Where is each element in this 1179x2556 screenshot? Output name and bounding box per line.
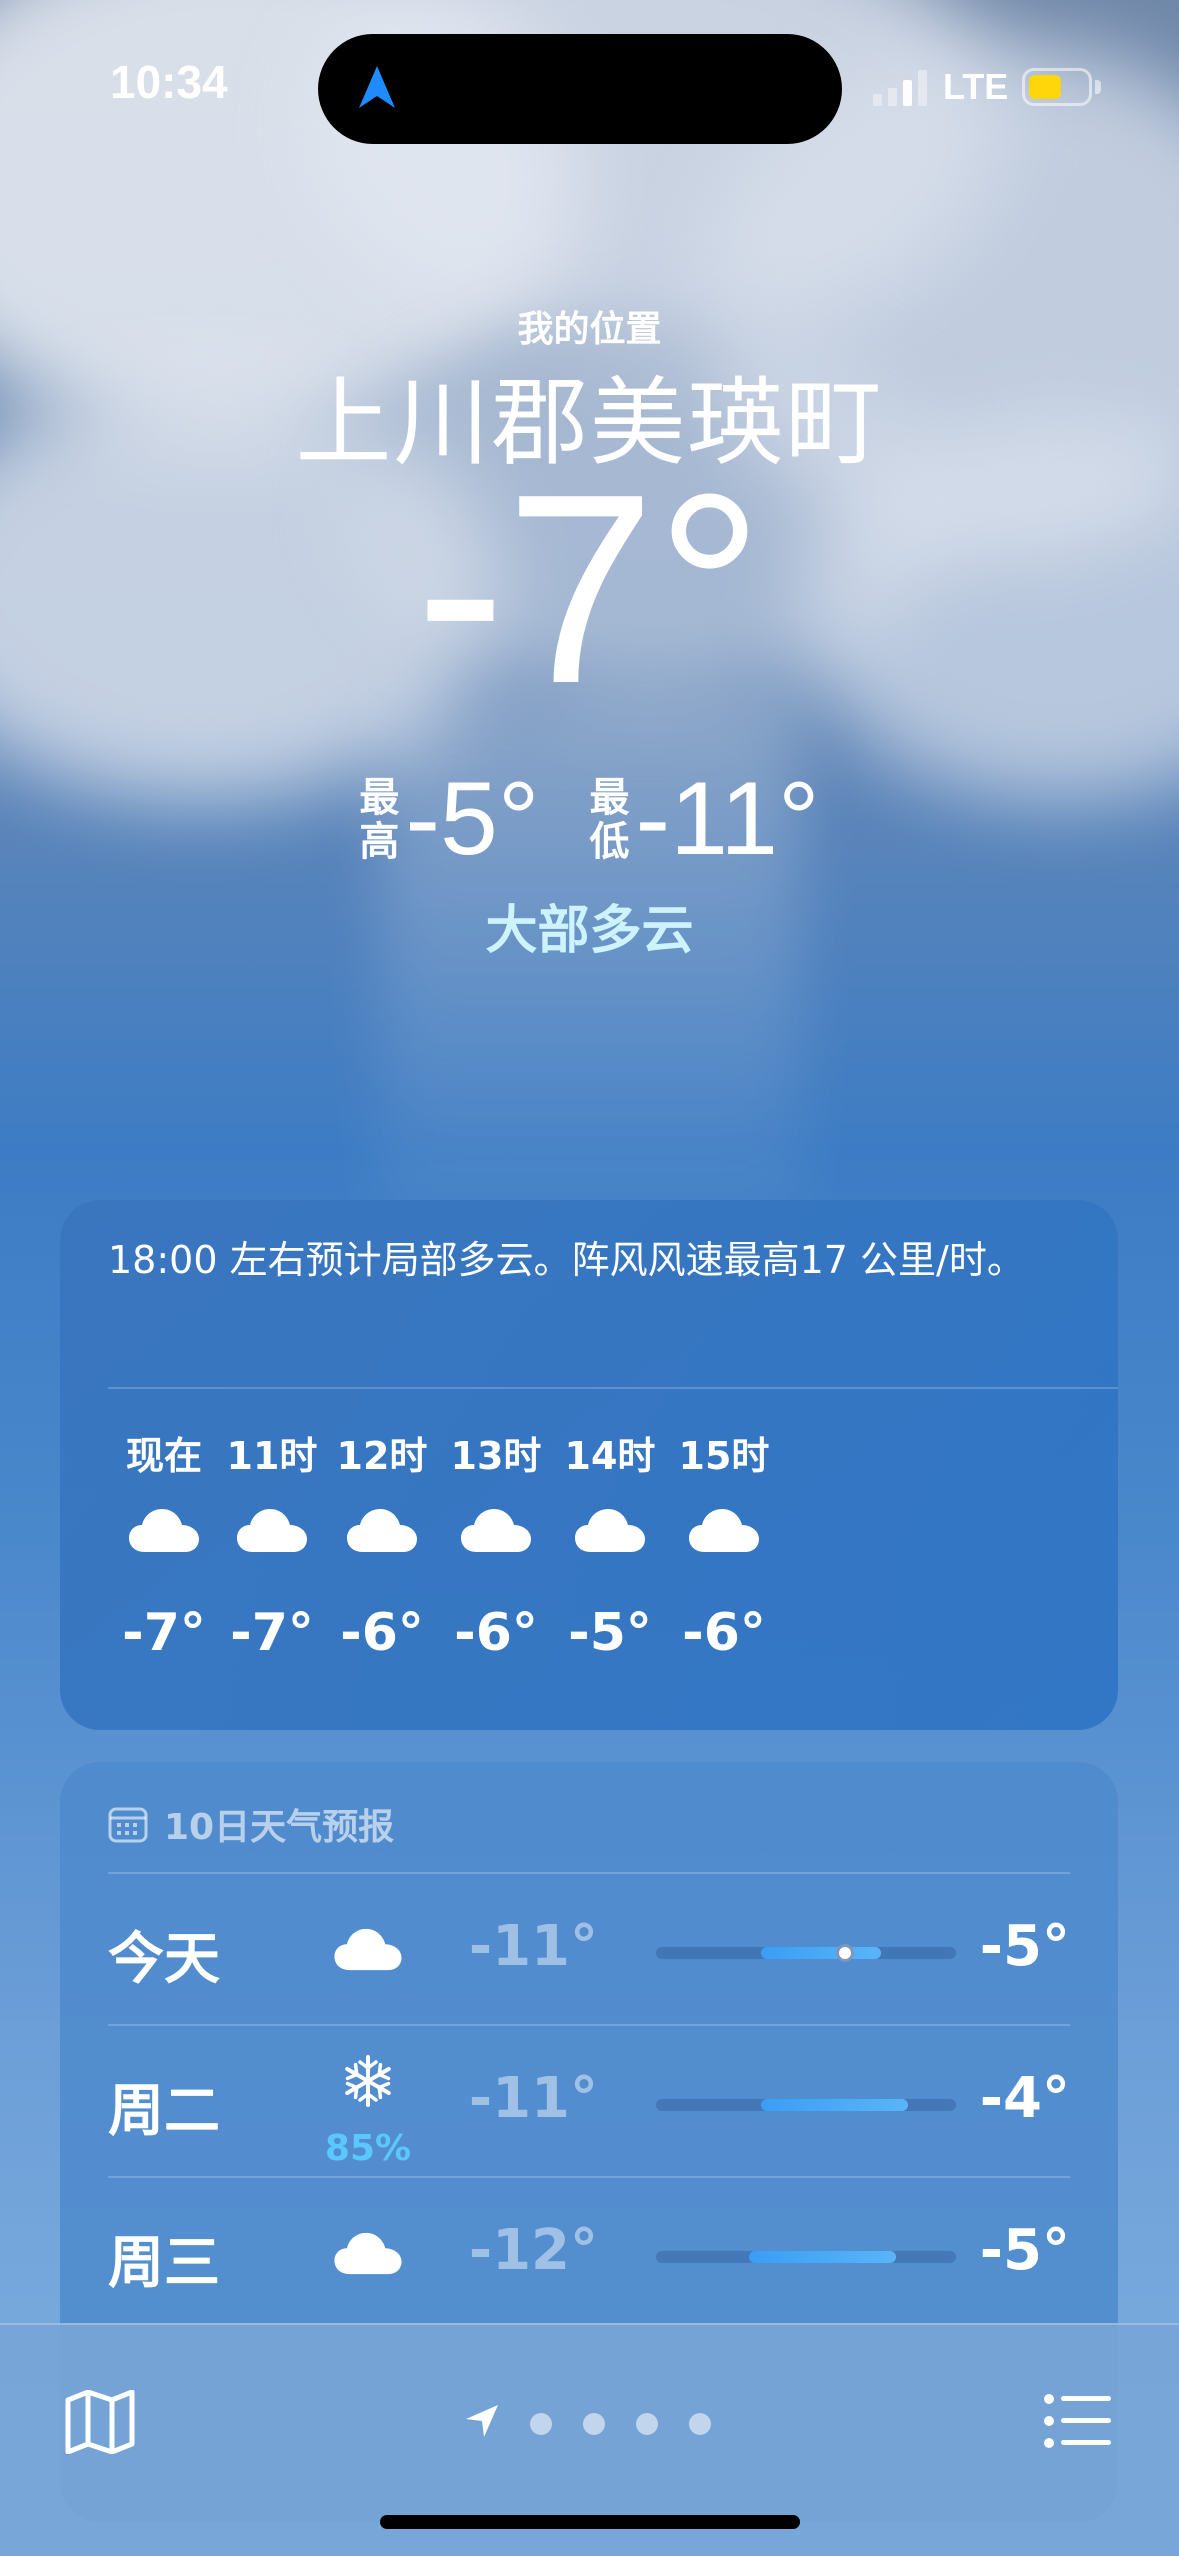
hour-temp: -6° — [682, 1603, 766, 1663]
cloud-icon — [654, 1475, 794, 1585]
forecast-row[interactable]: 周三 -12° -5° — [108, 2176, 1070, 2326]
day-label: 周二 — [108, 2079, 220, 2144]
day-label: 周三 — [108, 2231, 220, 2296]
signal-strength-icon — [873, 68, 927, 106]
temp-range-track — [656, 2099, 956, 2111]
page-dot[interactable] — [583, 2413, 605, 2435]
high-temp: -5° — [979, 2218, 1070, 2283]
hourly-forecast-card[interactable]: 18:00 左右预计局部多云。阵风风速最高17 公里/时。 现在 -7° 11时 -7… — [60, 1200, 1118, 1730]
hour-label: 15时 — [678, 1434, 770, 1478]
divider — [108, 2176, 1070, 2178]
ten-day-title: 10日天气预报 — [108, 1798, 394, 1850]
ten-day-title-label: 10日天气预报 — [164, 1807, 395, 1848]
forecast-row[interactable]: 周二 85% -11° -4° — [108, 2024, 1070, 2174]
forecast-row[interactable]: 今天 -11° -5° — [108, 1872, 1070, 2022]
list-icon[interactable] — [1043, 2393, 1113, 2449]
current-temperature: -7° — [415, 439, 764, 740]
snowflake-icon — [323, 2036, 413, 2126]
network-type: LTE — [943, 66, 1009, 107]
low-label: 低 — [589, 818, 630, 865]
temp-range-track — [656, 1944, 956, 1962]
divider — [108, 1872, 1070, 1874]
temp-range-bar — [749, 2251, 896, 2263]
home-indicator[interactable] — [380, 2515, 800, 2529]
low-temp: -12° — [468, 2218, 598, 2283]
location-arrow-icon — [359, 66, 395, 108]
high-label: 最 — [359, 774, 400, 821]
low-temp: -11° — [468, 1914, 598, 1979]
weather-condition: 大部多云 — [485, 901, 694, 961]
low-temp: -11° — [635, 761, 820, 877]
high-low: 最高 -5° 最低 -11° — [0, 760, 1179, 879]
status-time: 10:34 — [110, 56, 228, 108]
page-dot[interactable] — [530, 2413, 552, 2435]
low-temp: -11° — [468, 2066, 598, 2131]
high-label: 高 — [359, 818, 400, 865]
page-dot[interactable] — [689, 2413, 711, 2435]
location-page-icon[interactable] — [464, 2403, 500, 2439]
temp-range-bar — [761, 2099, 908, 2111]
cloud-icon — [323, 1904, 413, 1994]
temp-range-track — [656, 2251, 956, 2263]
low-label: 最 — [589, 774, 630, 821]
calendar-icon — [108, 1807, 148, 1843]
hour-item: 15时 -6° — [654, 1425, 794, 1663]
forecast-summary: 18:00 左右预计局部多云。阵风风速最高17 公里/时。 — [108, 1238, 1025, 1282]
divider — [108, 2024, 1070, 2026]
high-temp: -4° — [979, 2066, 1070, 2131]
high-temp: -5° — [979, 1914, 1070, 1979]
divider — [108, 1387, 1118, 1389]
current-temp-dot — [836, 1944, 854, 1962]
battery-icon — [1022, 68, 1092, 106]
page-dot[interactable] — [636, 2413, 658, 2435]
day-label: 今天 — [108, 1927, 220, 1992]
cloud-icon — [323, 2208, 413, 2298]
high-temp: -5° — [405, 761, 540, 877]
map-icon[interactable] — [64, 2390, 136, 2454]
battery-tip — [1095, 80, 1101, 94]
precip-chance: 85% — [324, 2128, 412, 2169]
temp-range-bar — [761, 1947, 881, 1959]
